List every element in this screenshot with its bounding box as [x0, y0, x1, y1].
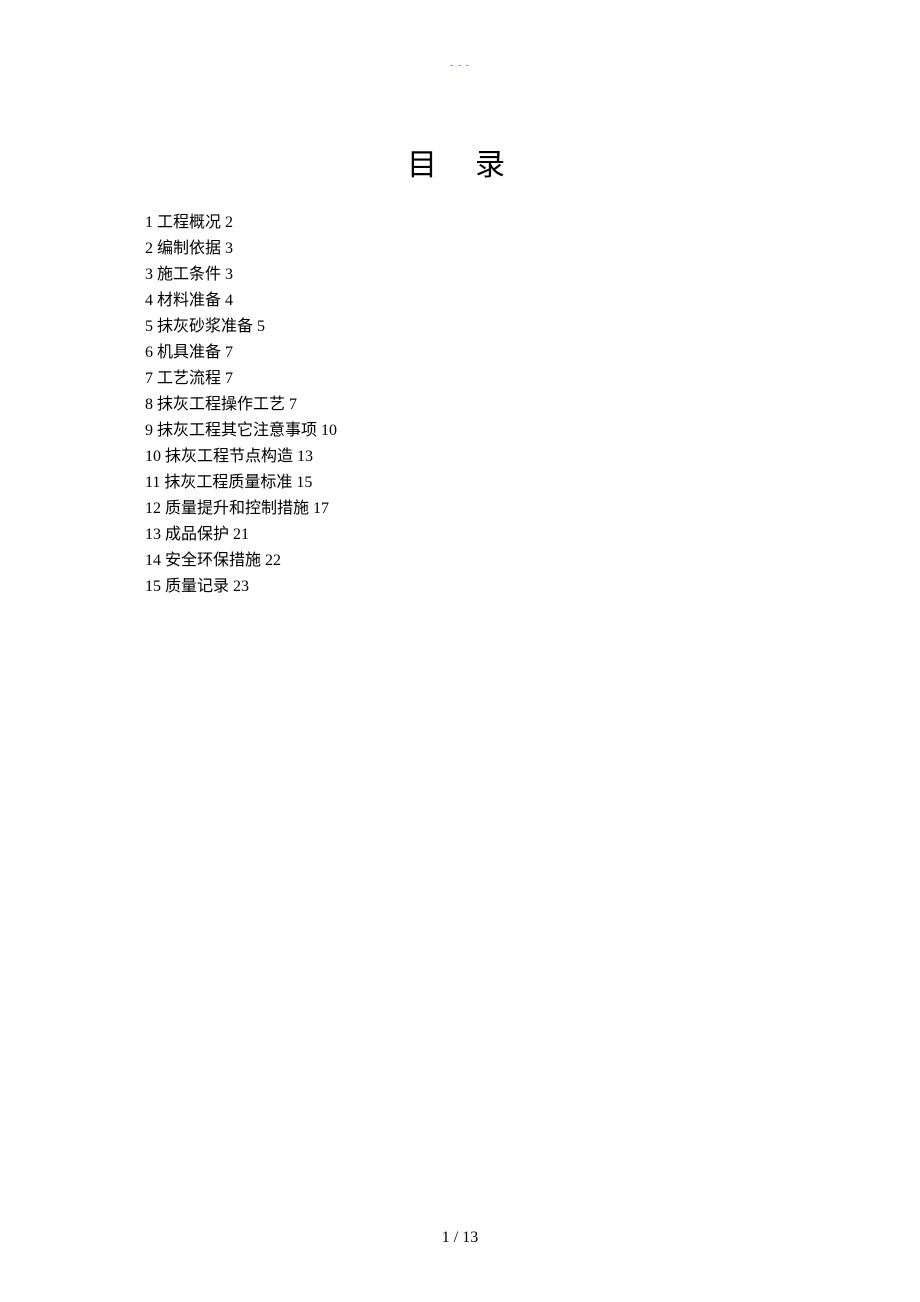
toc-text: 工艺流程	[157, 370, 221, 387]
page-title: 目录	[407, 140, 513, 184]
toc-num: 2	[145, 240, 153, 257]
toc-list: 1工程概况2 2编制依据3 3施工条件3 4材料准备4 5抹灰砂浆准备5 6机具…	[145, 210, 337, 600]
toc-num: 3	[145, 266, 153, 283]
toc-item: 2编制依据3	[145, 236, 337, 262]
toc-item: 1工程概况2	[145, 210, 337, 236]
toc-text: 抹灰工程其它注意事项	[157, 422, 317, 439]
toc-text: 抹灰砂浆准备	[157, 318, 253, 335]
toc-item: 7工艺流程7	[145, 366, 337, 392]
toc-text: 抹灰工程节点构造	[165, 448, 293, 465]
toc-num: 10	[145, 448, 161, 465]
page-footer: 1 / 13	[442, 1229, 478, 1247]
toc-item: 3施工条件3	[145, 262, 337, 288]
toc-page: 15	[296, 474, 312, 491]
toc-num: 11	[145, 474, 160, 491]
toc-item: 11抹灰工程质量标准15	[145, 470, 337, 496]
toc-num: 7	[145, 370, 153, 387]
toc-page: 3	[225, 240, 233, 257]
toc-text: 材料准备	[157, 292, 221, 309]
toc-page: 7	[225, 370, 233, 387]
toc-page: 7	[289, 396, 297, 413]
toc-page: 21	[233, 526, 249, 543]
toc-page: 5	[257, 318, 265, 335]
toc-page: 10	[321, 422, 337, 439]
toc-item: 14安全环保措施22	[145, 548, 337, 574]
toc-text: 机具准备	[157, 344, 221, 361]
toc-page: 4	[225, 292, 233, 309]
toc-item: 4材料准备4	[145, 288, 337, 314]
toc-text: 安全环保措施	[165, 552, 261, 569]
toc-num: 14	[145, 552, 161, 569]
toc-page: 2	[225, 214, 233, 231]
toc-text: 编制依据	[157, 240, 221, 257]
toc-num: 5	[145, 318, 153, 335]
toc-num: 15	[145, 578, 161, 595]
toc-num: 12	[145, 500, 161, 517]
toc-page: 23	[233, 578, 249, 595]
toc-page: 17	[313, 500, 329, 517]
toc-item: 15质量记录23	[145, 574, 337, 600]
toc-text: 成品保护	[165, 526, 229, 543]
toc-page: 13	[297, 448, 313, 465]
toc-page: 7	[225, 344, 233, 361]
toc-text: 工程概况	[157, 214, 221, 231]
header-mark: - - -	[450, 60, 470, 71]
toc-text: 施工条件	[157, 266, 221, 283]
toc-item: 10抹灰工程节点构造13	[145, 444, 337, 470]
toc-text: 质量记录	[165, 578, 229, 595]
toc-page: 22	[265, 552, 281, 569]
toc-num: 9	[145, 422, 153, 439]
toc-num: 13	[145, 526, 161, 543]
title-char-1: 目	[407, 149, 445, 182]
toc-item: 9抹灰工程其它注意事项10	[145, 418, 337, 444]
toc-text: 质量提升和控制措施	[165, 500, 309, 517]
toc-item: 6机具准备7	[145, 340, 337, 366]
toc-num: 4	[145, 292, 153, 309]
toc-text: 抹灰工程操作工艺	[157, 396, 285, 413]
toc-item: 12质量提升和控制措施17	[145, 496, 337, 522]
toc-item: 13成品保护21	[145, 522, 337, 548]
toc-num: 6	[145, 344, 153, 361]
toc-page: 3	[225, 266, 233, 283]
toc-item: 8抹灰工程操作工艺7	[145, 392, 337, 418]
toc-item: 5抹灰砂浆准备5	[145, 314, 337, 340]
toc-num: 8	[145, 396, 153, 413]
toc-num: 1	[145, 214, 153, 231]
title-char-2: 录	[475, 149, 513, 182]
toc-text: 抹灰工程质量标准	[164, 474, 292, 491]
